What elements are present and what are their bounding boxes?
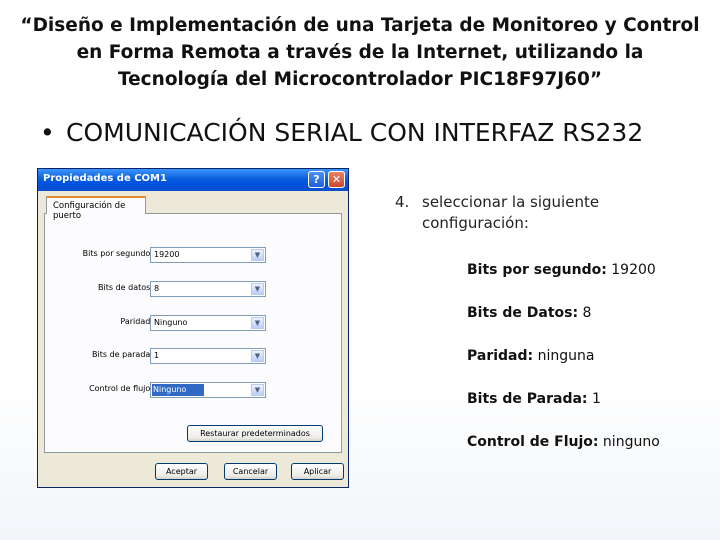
config-value: 8 <box>578 305 592 321</box>
section-heading: • COMUNICACIÓN SERIAL CON INTERFAZ RS232 <box>40 118 700 147</box>
slide-title: “Diseño e Implementación de una Tarjeta … <box>20 15 700 90</box>
config-label: Bits de Datos: <box>467 305 579 321</box>
flow-control-row: Control de flujo: Ninguno ▼ <box>45 382 343 398</box>
config-label: Bits por segundo: <box>467 262 607 278</box>
config-item: Bits de Datos: 8 <box>467 305 591 321</box>
stop-bits-value: 1 <box>154 351 160 360</box>
config-item: Paridad: ninguna <box>467 348 594 364</box>
com1-properties-dialog: Propiedades de COM1 ? ✕ Configuración de… <box>37 168 349 488</box>
stop-bits-select[interactable]: 1 ▼ <box>150 348 266 364</box>
config-value: ninguna <box>533 348 595 364</box>
close-button[interactable]: ✕ <box>328 171 345 188</box>
chevron-down-icon[interactable]: ▼ <box>251 384 264 396</box>
bits-per-second-row: Bits por segundo: 19200 ▼ <box>45 247 343 263</box>
config-value: ninguno <box>598 434 660 450</box>
chevron-down-icon[interactable]: ▼ <box>251 249 264 261</box>
config-value: 19200 <box>606 262 656 278</box>
ok-button[interactable]: Aceptar <box>155 463 208 480</box>
step-text: seleccionar la siguiente configuración: <box>422 193 600 232</box>
config-item: Bits por segundo: 19200 <box>467 262 656 278</box>
data-bits-row: Bits de datos: 8 ▼ <box>45 281 343 297</box>
data-bits-select[interactable]: 8 ▼ <box>150 281 266 297</box>
bits-per-second-value: 19200 <box>154 250 180 259</box>
parity-label: Paridad: <box>120 317 153 326</box>
port-settings-panel: Bits por segundo: 19200 ▼ Bits de datos:… <box>44 213 342 453</box>
parity-value: Ninguno <box>154 318 188 327</box>
config-item: Bits de Parada: 1 <box>467 391 601 407</box>
dialog-title: Propiedades de COM1 <box>43 173 167 184</box>
flow-control-value: Ninguno <box>152 384 205 396</box>
flow-control-select[interactable]: Ninguno ▼ <box>150 382 266 398</box>
stop-bits-row: Bits de parada: 1 ▼ <box>45 348 343 364</box>
data-bits-label: Bits de datos: <box>98 283 153 292</box>
config-item: Control de Flujo: ninguno <box>467 434 660 450</box>
parity-select[interactable]: Ninguno ▼ <box>150 315 266 331</box>
bits-per-second-select[interactable]: 19200 ▼ <box>150 247 266 263</box>
config-label: Paridad: <box>467 348 534 364</box>
restore-defaults-button[interactable]: Restaurar predeterminados <box>187 425 323 442</box>
parity-row: Paridad: Ninguno ▼ <box>45 315 343 331</box>
step-number: 4. <box>395 193 410 211</box>
chevron-down-icon[interactable]: ▼ <box>251 317 264 329</box>
bits-per-second-label: Bits por segundo: <box>82 249 153 258</box>
cancel-button[interactable]: Cancelar <box>224 463 277 480</box>
help-button[interactable]: ? <box>308 171 325 188</box>
flow-control-label: Control de flujo: <box>89 384 153 393</box>
bullet-marker: • <box>40 118 55 147</box>
chevron-down-icon[interactable]: ▼ <box>251 283 264 295</box>
apply-button[interactable]: Aplicar <box>291 463 344 480</box>
dialog-titlebar[interactable]: Propiedades de COM1 ? ✕ <box>38 169 348 191</box>
data-bits-value: 8 <box>154 284 160 293</box>
section-heading-text: COMUNICACIÓN SERIAL CON INTERFAZ RS232 <box>66 118 644 147</box>
tab-port-settings[interactable]: Configuración de puerto <box>46 196 146 221</box>
config-label: Control de Flujo: <box>467 434 599 450</box>
chevron-down-icon[interactable]: ▼ <box>251 350 264 362</box>
config-label: Bits de Parada: <box>467 391 588 407</box>
stop-bits-label: Bits de parada: <box>92 350 153 359</box>
config-value: 1 <box>587 391 601 407</box>
